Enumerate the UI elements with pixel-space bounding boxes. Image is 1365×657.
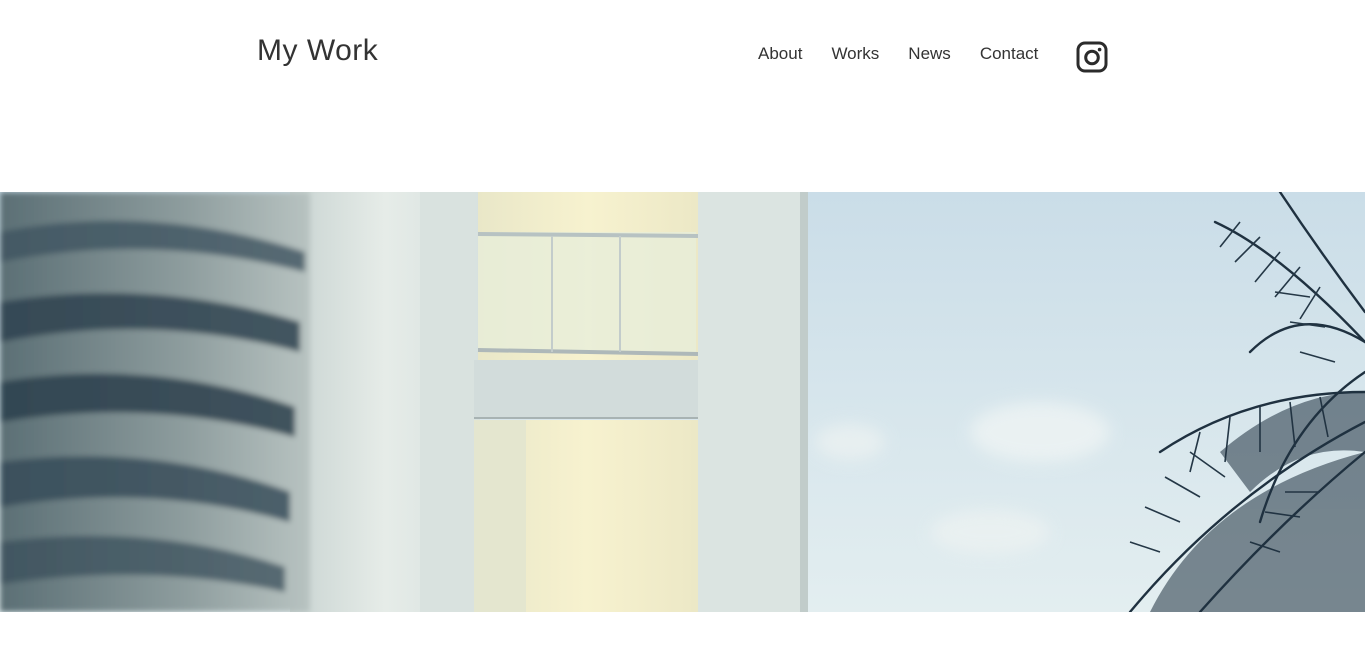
site-logo[interactable]: My Work [257,33,378,69]
nav-item-about[interactable]: About [758,42,802,66]
instagram-icon[interactable] [1076,41,1108,73]
main-nav: About Works News Contact [758,42,1038,66]
nav-item-works[interactable]: Works [831,42,879,66]
hero-photo [0,192,1365,612]
hero-image [0,192,1365,612]
nav-item-news[interactable]: News [908,42,951,66]
site-header: My Work About Works News Contact [0,0,1365,110]
nav-item-contact[interactable]: Contact [980,42,1039,66]
